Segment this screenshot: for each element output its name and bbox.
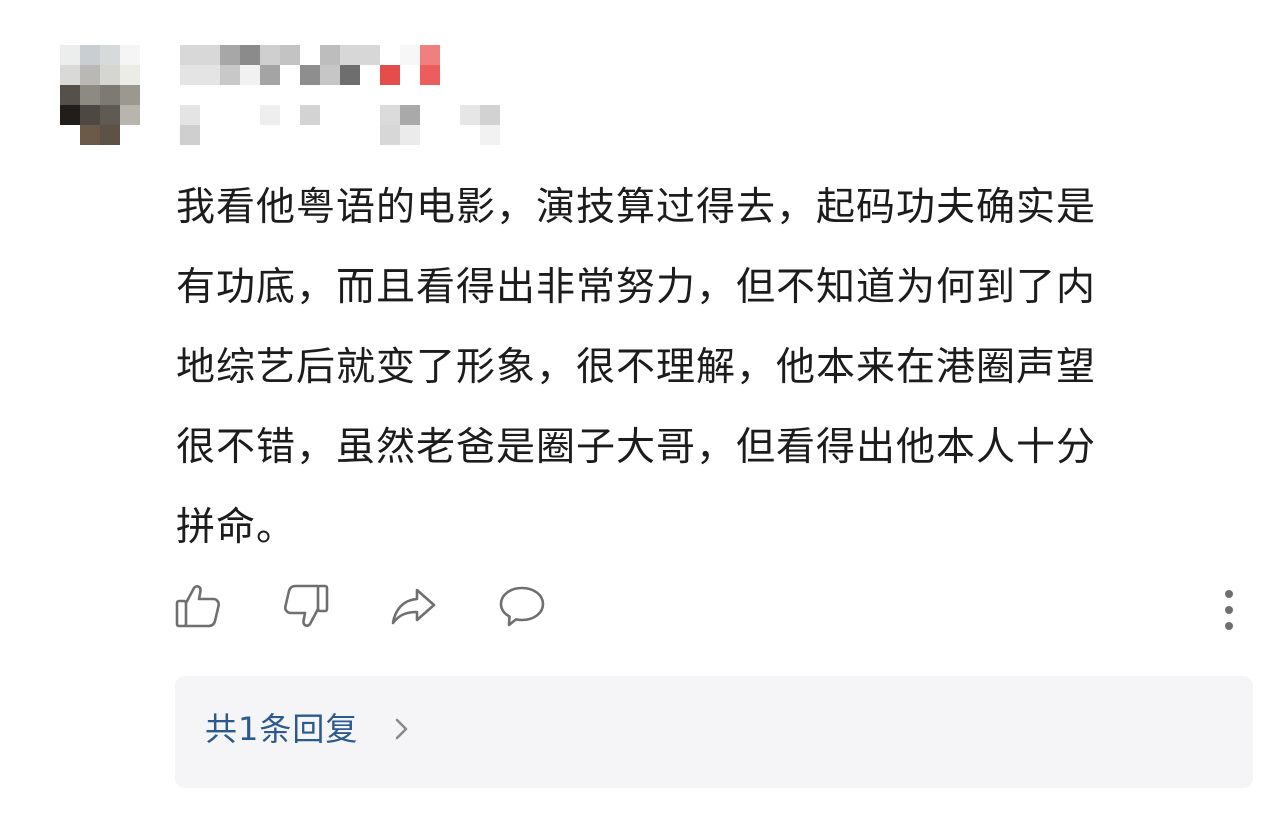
comment-text-line: 有功底，而且看得出非常努力，但不知道为何到了内: [176, 265, 1097, 310]
meta-redacted-row-2: [180, 125, 500, 145]
share-arrow-icon[interactable]: [388, 580, 440, 632]
action-bar: [0, 580, 1275, 636]
thumbs-up-icon[interactable]: [172, 580, 224, 632]
comment-text-line: 拼命。: [176, 505, 297, 550]
speech-bubble-icon[interactable]: [496, 580, 548, 632]
comment-text: 我看他粤语的电影，演技算过得去，起码功夫确实是 有功底，而且看得出非常努力，但不…: [176, 168, 1236, 568]
view-replies-link[interactable]: 共1条回复: [205, 704, 358, 754]
comment-text-line: 地综艺后就变了形象，很不理解，他本来在港圈声望: [176, 345, 1097, 390]
thumbs-down-icon[interactable]: [280, 580, 332, 632]
meta-redacted: [180, 105, 500, 125]
replies-box[interactable]: 共1条回复: [175, 676, 1253, 788]
comment-card: 我看他粤语的电影，演技算过得去，起码功夫确实是 有功底，而且看得出非常努力，但不…: [0, 0, 1275, 823]
avatar[interactable]: [60, 45, 140, 145]
comment-text-line: 我看他粤语的电影，演技算过得去，起码功夫确实是: [176, 185, 1097, 230]
comment-text-line: 很不错，虽然老爸是圈子大哥，但看得出他本人十分: [176, 425, 1097, 470]
username-redacted-row-2: [180, 65, 440, 85]
username-redacted[interactable]: [180, 45, 440, 65]
vertical-ellipsis-icon[interactable]: [1214, 584, 1244, 634]
chevron-right-icon: [388, 714, 414, 744]
